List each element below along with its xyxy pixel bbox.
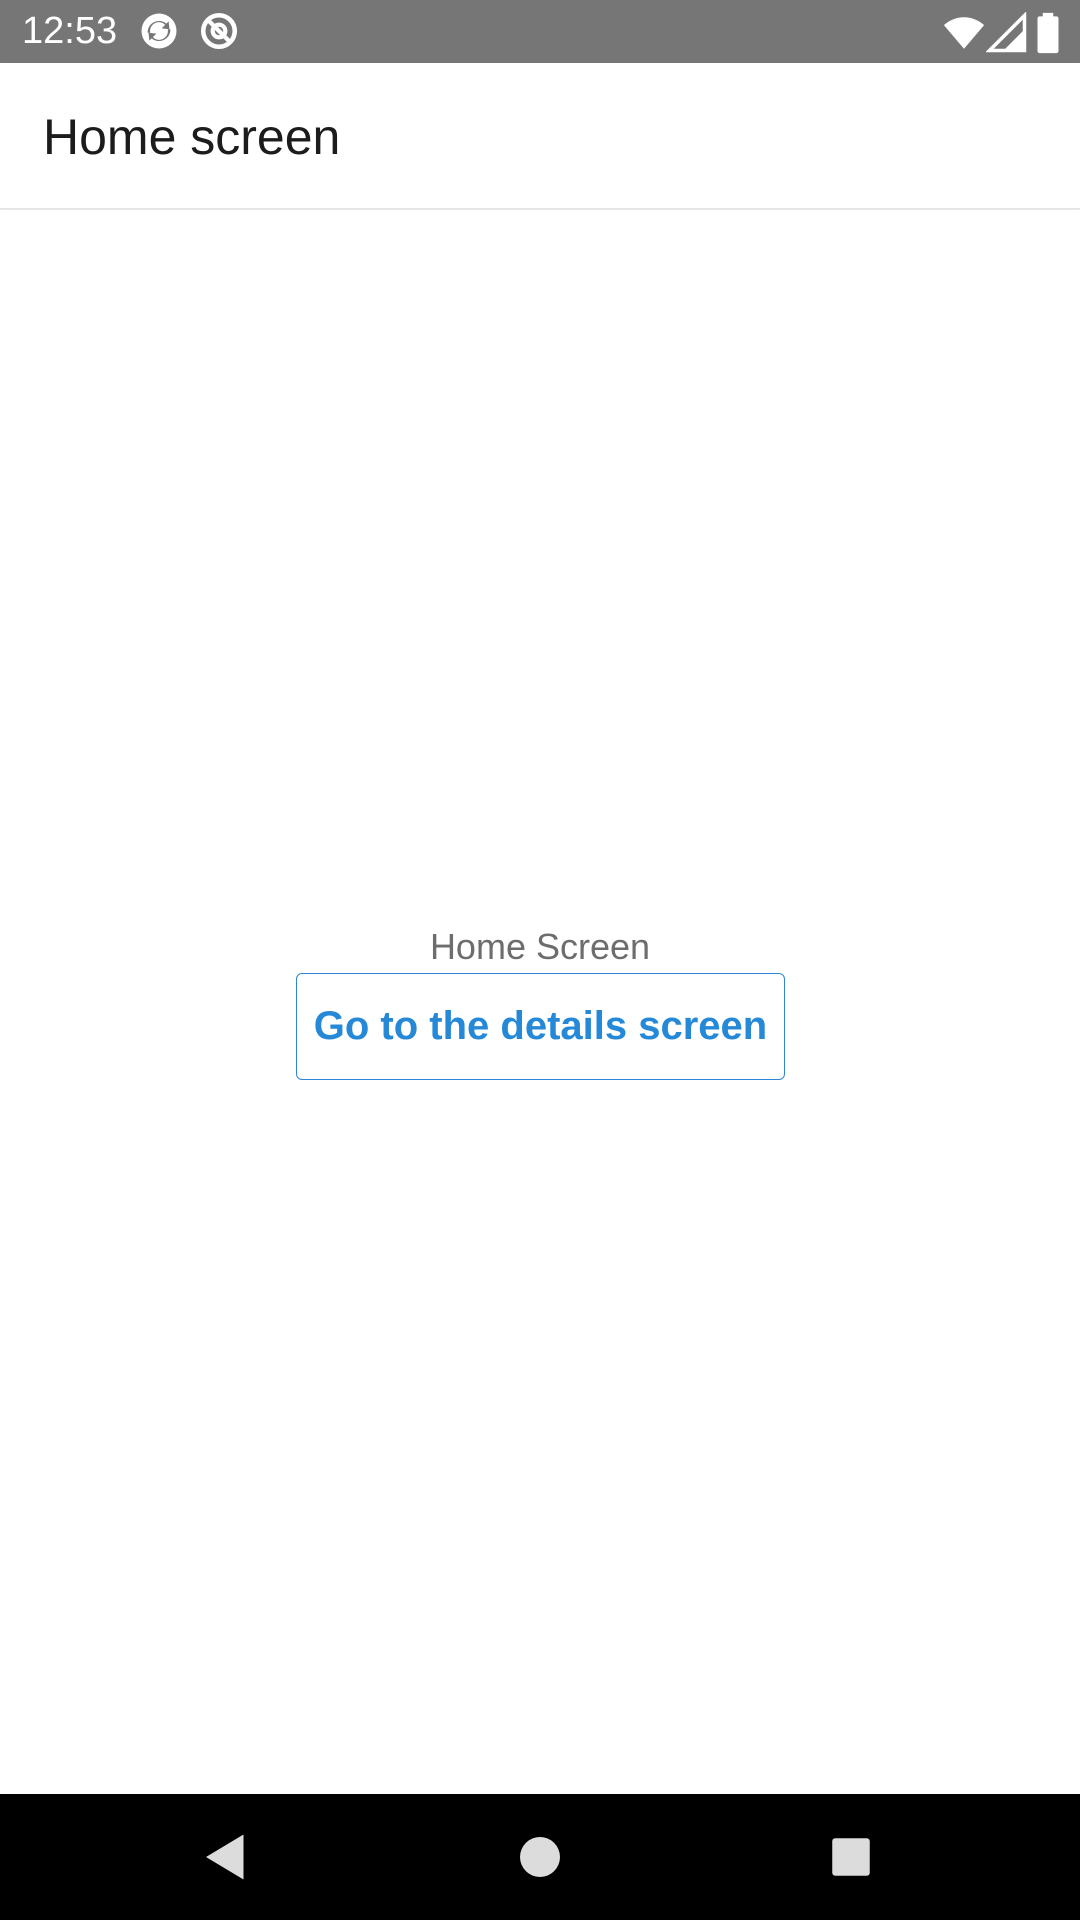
app-bar: Home screen: [0, 63, 1080, 209]
cellular-signal-icon: [986, 12, 1028, 54]
recents-icon[interactable]: [821, 1827, 881, 1887]
go-to-details-button-label: Go to the details screen: [313, 1004, 768, 1048]
at-sign-notification-icon: [198, 10, 240, 52]
screen: 12:53 Home screen Home Screen Go to the …: [0, 0, 1080, 1920]
sync-notification-icon: [138, 10, 180, 52]
go-to-details-button[interactable]: Go to the details screen: [296, 973, 785, 1080]
status-time: 12:53: [22, 10, 118, 52]
wifi-icon: [943, 12, 985, 54]
page-title: Home screen: [43, 109, 341, 165]
main-content: Home Screen Go to the details screen: [0, 210, 1080, 1794]
battery-icon: [1030, 12, 1066, 54]
home-icon[interactable]: [510, 1827, 570, 1887]
navigation-bar: [0, 1794, 1080, 1920]
home-screen-label: Home Screen: [429, 926, 651, 967]
status-bar: 12:53: [0, 0, 1080, 63]
back-icon[interactable]: [196, 1827, 256, 1887]
